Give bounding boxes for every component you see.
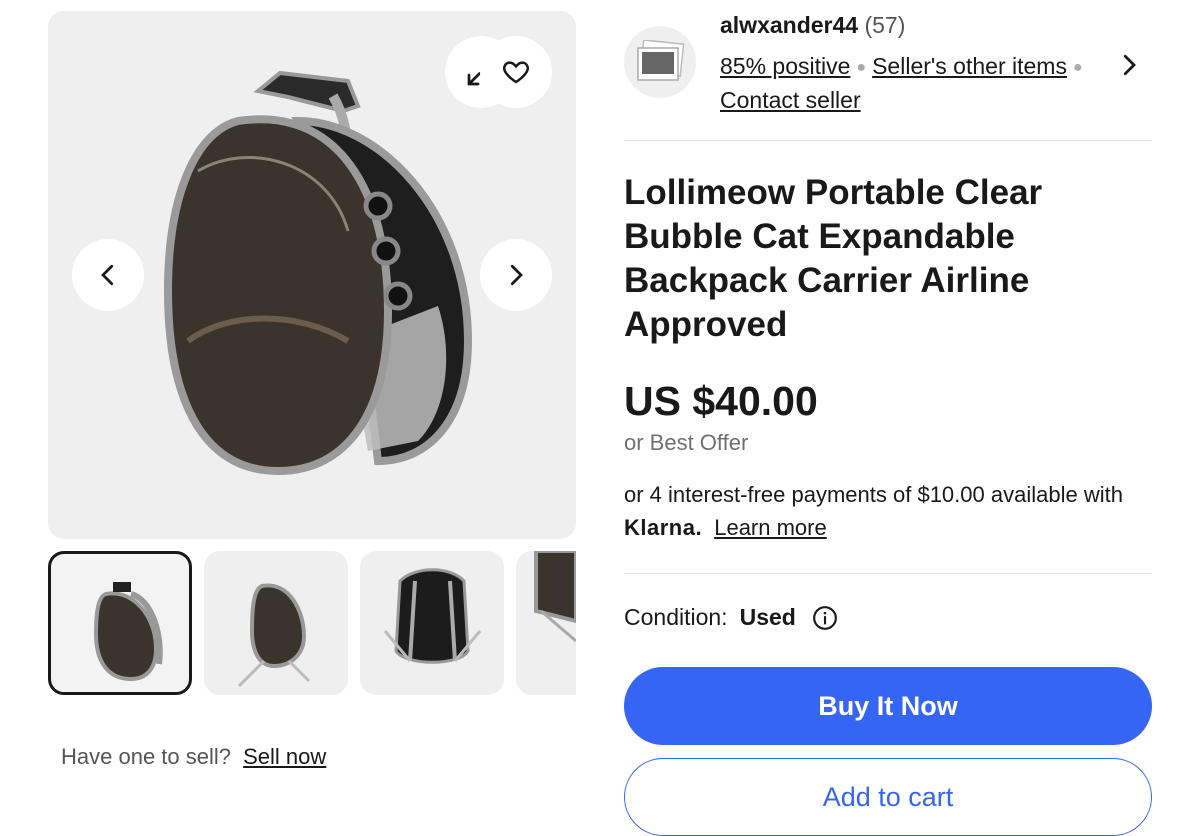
- best-offer-text: or Best Offer: [624, 430, 749, 455]
- seller-name-row: alwxander44 (57): [720, 12, 905, 39]
- add-to-cart-button[interactable]: Add to cart: [624, 758, 1152, 836]
- next-image-button[interactable]: [480, 239, 552, 311]
- buy-it-now-button[interactable]: Buy It Now: [624, 667, 1152, 745]
- thumbnail-1[interactable]: [48, 551, 192, 695]
- main-product-image[interactable]: [48, 11, 576, 539]
- divider: [624, 573, 1152, 574]
- thumbnail-image: [383, 568, 482, 664]
- chevron-right-icon: [510, 264, 523, 286]
- seller-links: 85% positive ● Seller's other items ● Conta…: [720, 50, 1100, 117]
- klarna-logo: Klarna.: [624, 515, 703, 540]
- condition-value: Used: [739, 604, 796, 630]
- condition-row: Condition: Used: [624, 604, 838, 631]
- heart-icon: [503, 61, 529, 84]
- listing-title: Lollimeow Portable Clear Bubble Cat Expa…: [624, 173, 1043, 344]
- chevron-right-icon[interactable]: [1114, 50, 1144, 80]
- info-icon[interactable]: [812, 605, 838, 631]
- seller-avatar[interactable]: [624, 26, 696, 98]
- positive-feedback-link[interactable]: 85% positive: [720, 53, 850, 79]
- chevron-left-icon: [101, 264, 114, 286]
- thumbnail-image: [534, 551, 576, 643]
- contact-seller-link[interactable]: Contact seller: [720, 87, 861, 113]
- installments-text: or 4 interest-free payments of $10.00 av…: [624, 482, 1123, 507]
- previous-image-button[interactable]: [72, 239, 144, 311]
- klarna-installments: or 4 interest-free payments of $10.00 av…: [624, 478, 1154, 544]
- condition-label: Condition:: [624, 604, 728, 630]
- thumbnail-2[interactable]: [204, 551, 348, 695]
- thumbnail-image: [93, 582, 163, 682]
- photo-icon: [637, 40, 685, 81]
- sell-prompt-text: Have one to sell?: [61, 744, 231, 769]
- thumbnail-strip: [48, 551, 576, 696]
- sell-prompt: Have one to sell? Sell now: [61, 744, 326, 770]
- sell-now-link[interactable]: Sell now: [243, 744, 326, 769]
- learn-more-link[interactable]: Learn more: [714, 515, 827, 540]
- price: US $40.00: [624, 378, 818, 424]
- separator-dot: ●: [856, 59, 867, 76]
- thumbnail-4[interactable]: [516, 551, 576, 695]
- separator-dot: ●: [1072, 59, 1083, 76]
- thumbnail-3[interactable]: [360, 551, 504, 695]
- seller-other-items-link[interactable]: Seller's other items: [872, 53, 1067, 79]
- watch-button[interactable]: [480, 36, 552, 108]
- divider: [624, 140, 1152, 141]
- feedback-count: (57): [864, 12, 906, 38]
- seller-name[interactable]: alwxander44: [720, 12, 858, 38]
- thumbnail-image: [237, 583, 311, 688]
